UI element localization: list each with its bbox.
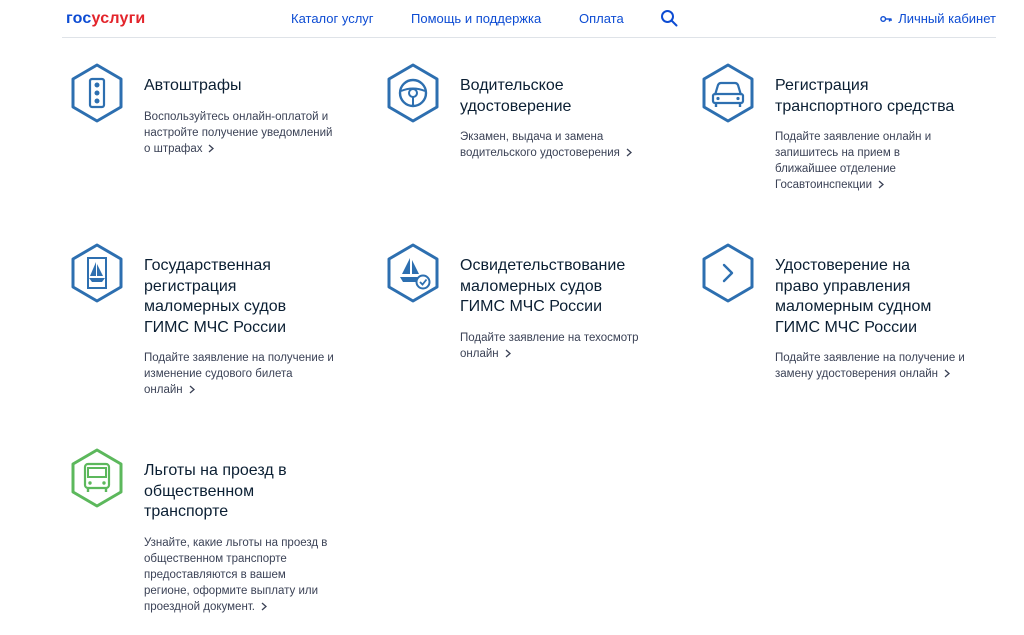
chevron-right-icon (189, 385, 195, 394)
bus-icon (71, 448, 123, 508)
card-description: Подайте заявление онлайн и запишитесь на… (775, 131, 932, 191)
chevron-right-icon (626, 148, 632, 157)
car-icon (702, 63, 754, 123)
card-description: Подайте заявление на техосмотр онлайн (460, 331, 639, 360)
nav-help-link[interactable]: Помощь и поддержка (411, 11, 541, 26)
header: госуслуги Каталог услуг Помощь и поддерж… (0, 0, 1024, 38)
traffic-light-icon (71, 63, 123, 123)
boat-check-icon (387, 243, 439, 303)
key-icon (880, 15, 892, 22)
nav-payment-link[interactable]: Оплата (579, 11, 624, 26)
card-title[interactable]: Удостоверение на право управления маломе… (775, 256, 985, 338)
card-title[interactable]: Водительское удостоверение (460, 76, 670, 117)
boat-document-icon (71, 243, 123, 303)
steering-wheel-icon (387, 63, 439, 123)
nav-catalog-link[interactable]: Каталог услуг (291, 11, 374, 26)
card-description: Подайте заявление на получение и изменен… (144, 352, 334, 396)
card-title[interactable]: Регистрация транспортного средства (775, 76, 985, 117)
chevron-right-icon (209, 144, 215, 152)
card-description: Воспользуйтесь онлайн-оплатой и настройт… (144, 110, 333, 155)
card-title[interactable]: Автоштрафы (144, 76, 354, 97)
card-description: Экзамен, выдача и замена водительского у… (460, 129, 670, 161)
chevron-right-icon (702, 243, 754, 303)
gosuslugi-logo[interactable]: госуслуги (66, 10, 145, 28)
personal-cabinet-label: Личный кабинет (898, 11, 996, 26)
personal-cabinet-link[interactable]: Личный кабинет (880, 11, 996, 26)
card-description: Подайте заявление на получение и замену … (775, 352, 965, 380)
chevron-right-icon (878, 180, 885, 189)
card-title[interactable]: Освидетельствование маломерных судов ГИМ… (460, 256, 670, 318)
card-title[interactable]: Льготы на проезд в общественном транспор… (144, 461, 354, 523)
chevron-right-icon (261, 602, 267, 610)
chevron-right-icon (505, 349, 511, 357)
search-icon[interactable] (660, 9, 678, 27)
card-title[interactable]: Государственная регистрация маломерных с… (144, 256, 354, 338)
chevron-right-icon (944, 369, 951, 378)
header-divider (62, 37, 996, 38)
card-description: Узнайте, какие льготы на проезд в общест… (144, 536, 328, 613)
